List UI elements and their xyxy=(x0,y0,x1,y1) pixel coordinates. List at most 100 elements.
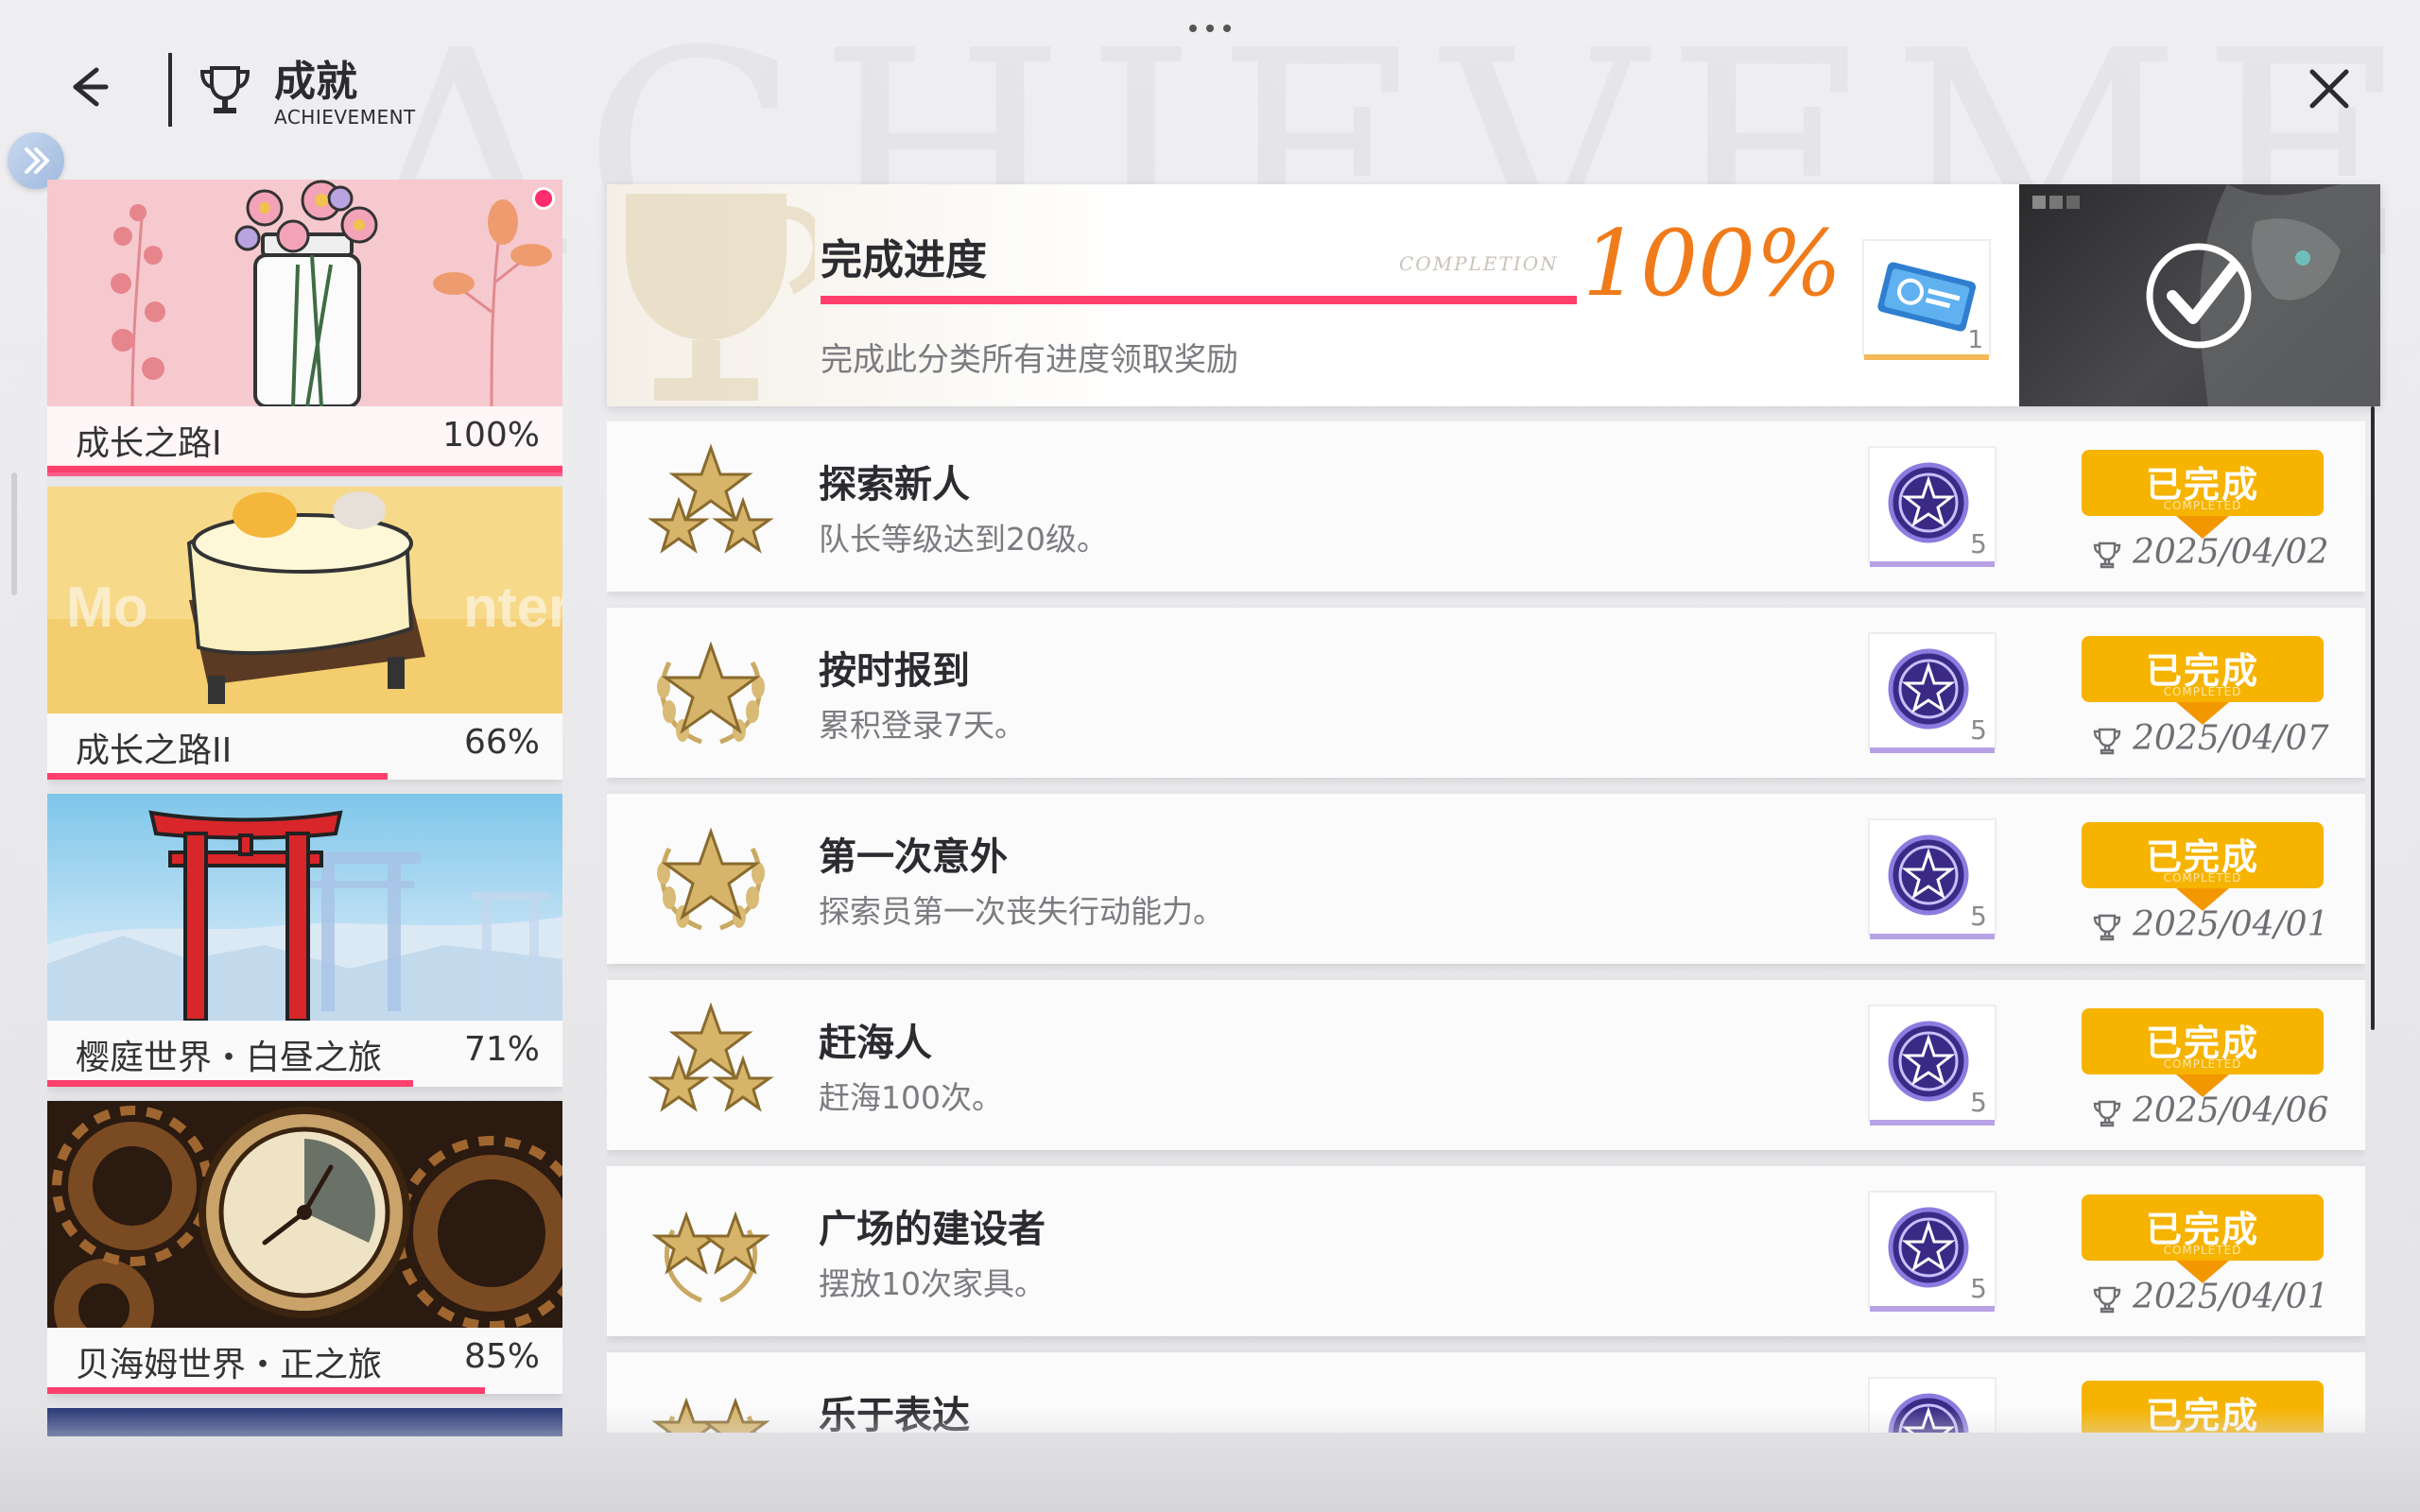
achievement-row: 赶海人 赶海100次。 5 已完成 COMPLETED 2025/04/06 xyxy=(607,980,2365,1150)
category-art-cake: Mo nter xyxy=(47,487,562,713)
achievement-title: 赶海人 xyxy=(819,1021,932,1065)
completed-badge: 已完成 COMPLETED xyxy=(2082,636,2324,725)
achievement-reward[interactable]: 5 xyxy=(1868,818,1996,939)
achievement-description: 探索员第一次丧失行动能力。 xyxy=(819,893,1224,930)
bottom-fade xyxy=(0,1408,2420,1512)
status-subtext: COMPLETED xyxy=(2163,871,2242,885)
category-progress-bar xyxy=(47,773,562,780)
completion-date: 2025/04/07 xyxy=(2093,719,2329,758)
completed-badge: 已完成 COMPLETED xyxy=(2082,450,2324,539)
page-subtitle: ACHIEVEMENT xyxy=(274,106,416,129)
one-star-medal-icon xyxy=(657,827,765,931)
achievement-reward[interactable]: 5 xyxy=(1868,1005,1996,1125)
achievement-row: 广场的建设者 摆放10次家具。 5 已完成 COMPLETED 2025/04/… xyxy=(607,1166,2365,1336)
reward-count: 1 xyxy=(1967,326,1983,354)
two-star-medal-icon xyxy=(651,1211,770,1303)
category-percent: 85% xyxy=(463,1337,540,1376)
achievement-title: 广场的建设者 xyxy=(819,1207,1046,1251)
completion-date: 2025/04/02 xyxy=(2093,533,2329,572)
category-name: 成长之路I xyxy=(76,424,222,463)
summary-description: 完成此分类所有进度领取奖励 xyxy=(821,341,1238,379)
achievement-description: 队长等级达到20级。 xyxy=(819,521,1108,558)
trophy-icon xyxy=(2093,1100,2121,1127)
category-percent: 66% xyxy=(463,723,540,762)
achievement-reward[interactable]: 5 xyxy=(1868,632,1996,753)
completion-date: 2025/04/01 xyxy=(2093,1278,2329,1316)
trophy-icon xyxy=(2093,541,2121,569)
achievement-list[interactable]: 探索新人 队长等级达到20级。 5 已完成 COMPLETED 2025/04/… xyxy=(607,421,2365,1433)
status-subtext: COMPLETED xyxy=(2163,1057,2242,1071)
category-name: 成长之路II xyxy=(76,731,233,770)
checkmark-icon xyxy=(2146,243,2252,349)
achievement-title: 第一次意外 xyxy=(819,834,1008,879)
trophy-icon xyxy=(2093,1286,2121,1314)
achievement-description: 摆放10次家具。 xyxy=(819,1265,1046,1302)
completed-badge: 已完成 COMPLETED xyxy=(2082,1008,2324,1097)
achievement-description: 累积登录7天。 xyxy=(819,707,1026,744)
left-scroll-hint xyxy=(11,472,17,595)
summary-progress-bar xyxy=(821,296,1577,304)
category-card[interactable]: Mo nter 成长之路II 66% xyxy=(47,487,562,780)
category-percent: 71% xyxy=(463,1030,540,1069)
top-bar: 成就 ACHIEVEMENT xyxy=(0,0,2420,161)
status-subtext: COMPLETED xyxy=(2163,685,2242,698)
trophy-icon xyxy=(2093,728,2121,755)
category-art-flowers xyxy=(47,180,562,406)
achievement-reward[interactable]: 5 xyxy=(1868,446,1996,567)
reward-count: 5 xyxy=(1970,1087,1987,1118)
completed-character-art xyxy=(2019,184,2380,406)
achievement-row: 第一次意外 探索员第一次丧失行动能力。 5 已完成 COMPLETED 2025… xyxy=(607,794,2365,964)
svg-text:nter: nter xyxy=(463,576,562,639)
summary-title: 完成进度 xyxy=(821,236,987,284)
date-text: 2025/04/06 xyxy=(2133,1091,2329,1130)
status-subtext: COMPLETED xyxy=(2163,499,2242,512)
date-text: 2025/04/01 xyxy=(2133,905,2329,944)
achievement-reward[interactable]: 5 xyxy=(1868,1191,1996,1312)
category-progress-bar xyxy=(47,1080,562,1087)
category-art-clock xyxy=(47,1101,562,1328)
completion-summary: 完成进度 COMPLETION 100% 完成此分类所有进度领取奖励 1 xyxy=(607,184,2380,406)
completion-date: 2025/04/06 xyxy=(2093,1091,2329,1130)
achievement-title: 探索新人 xyxy=(819,462,970,507)
list-scrollbar[interactable] xyxy=(2371,406,2375,1030)
category-progress-bar xyxy=(47,1387,562,1394)
completion-label: COMPLETION xyxy=(1399,252,1559,275)
achievement-row: 按时报到 累积登录7天。 5 已完成 COMPLETED 2025/04/07 xyxy=(607,608,2365,778)
category-card[interactable]: 樱庭世界・白昼之旅 71% xyxy=(47,794,562,1087)
summary-percent: 100% xyxy=(1582,211,1842,317)
completed-badge: 已完成 COMPLETED xyxy=(2082,1194,2324,1283)
category-art-torii xyxy=(47,794,562,1021)
date-text: 2025/04/01 xyxy=(2133,1278,2329,1316)
reward-count: 5 xyxy=(1970,528,1987,559)
category-sidebar[interactable]: 成长之路I 100% Mo nter 成长之路II 66% 樱庭世界・白昼之旅 … xyxy=(47,180,562,1436)
trophy-icon xyxy=(199,66,251,113)
category-name: 樱庭世界・白昼之旅 xyxy=(76,1039,383,1077)
header-divider xyxy=(168,53,172,127)
category-name: 贝海姆世界・正之旅 xyxy=(76,1346,383,1384)
status-subtext: COMPLETED xyxy=(2163,1244,2242,1257)
trophy-watermark-icon xyxy=(626,194,815,401)
category-label: 成长之路II 66% xyxy=(47,713,562,772)
back-arrow-icon[interactable] xyxy=(59,59,115,115)
new-badge-dot xyxy=(532,187,555,210)
page-title: 成就 xyxy=(274,58,357,106)
date-text: 2025/04/02 xyxy=(2133,533,2329,572)
category-label: 成长之路I 100% xyxy=(47,406,562,465)
three-star-medal-icon xyxy=(648,443,774,554)
category-percent: 100% xyxy=(442,416,540,455)
category-card[interactable]: 成长之路I 100% xyxy=(47,180,562,476)
date-text: 2025/04/07 xyxy=(2133,719,2329,758)
summary-reward[interactable]: 1 xyxy=(1862,239,1991,360)
svg-text:Mo: Mo xyxy=(66,576,148,639)
completed-badge: 已完成 COMPLETED xyxy=(2082,822,2324,911)
category-label: 贝海姆世界・正之旅 85% xyxy=(47,1328,562,1386)
reward-count: 5 xyxy=(1970,901,1987,932)
completion-date: 2025/04/01 xyxy=(2093,905,2329,944)
trophy-icon xyxy=(2093,914,2121,941)
achievement-row: 探索新人 队长等级达到20级。 5 已完成 COMPLETED 2025/04/… xyxy=(607,421,2365,592)
category-card[interactable]: 贝海姆世界・正之旅 85% xyxy=(47,1101,562,1394)
reward-count: 5 xyxy=(1970,1273,1987,1304)
close-icon[interactable] xyxy=(2301,60,2358,117)
reward-count: 5 xyxy=(1970,714,1987,746)
achievement-title: 按时报到 xyxy=(819,648,970,693)
